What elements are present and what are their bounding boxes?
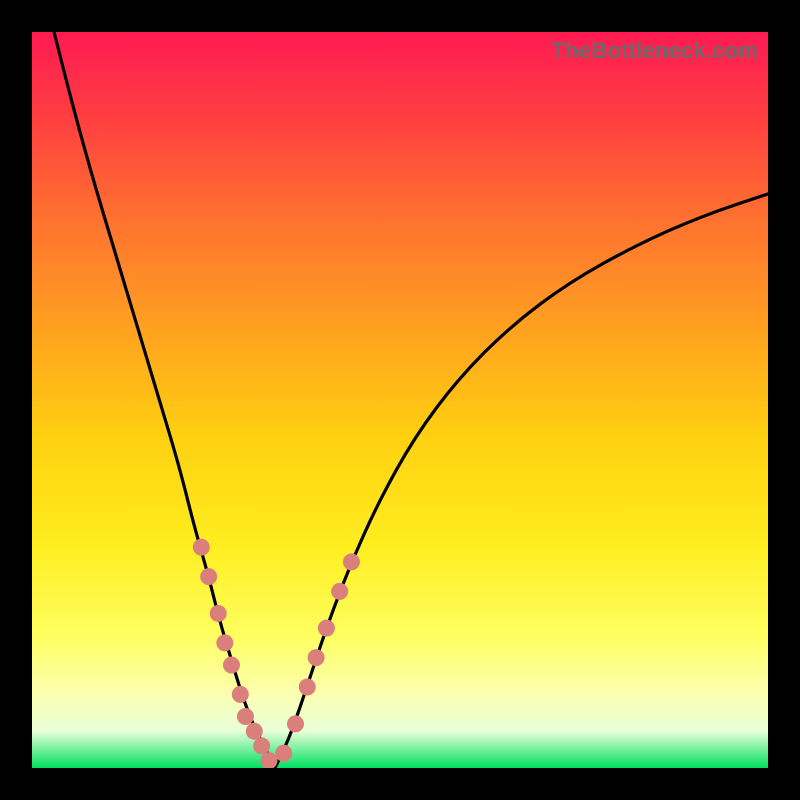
data-marker	[216, 634, 233, 651]
chart-frame: TheBottleneck.com	[0, 0, 800, 800]
data-marker	[232, 686, 249, 703]
plot-area: TheBottleneck.com	[32, 32, 768, 768]
chart-svg	[32, 32, 768, 768]
data-marker	[275, 745, 292, 762]
data-marker	[343, 553, 360, 570]
data-marker	[318, 620, 335, 637]
markers-left	[193, 539, 278, 768]
data-marker	[223, 656, 240, 673]
data-marker	[287, 715, 304, 732]
data-marker	[210, 605, 227, 622]
data-marker	[193, 539, 210, 556]
data-marker	[299, 679, 316, 696]
data-marker	[253, 737, 270, 754]
left-curve	[54, 32, 275, 768]
data-marker	[246, 723, 263, 740]
data-marker	[308, 649, 325, 666]
data-marker	[260, 752, 277, 768]
data-marker	[331, 583, 348, 600]
data-marker	[237, 708, 254, 725]
data-marker	[200, 568, 217, 585]
markers-right	[275, 553, 360, 761]
right-curve	[275, 194, 768, 768]
